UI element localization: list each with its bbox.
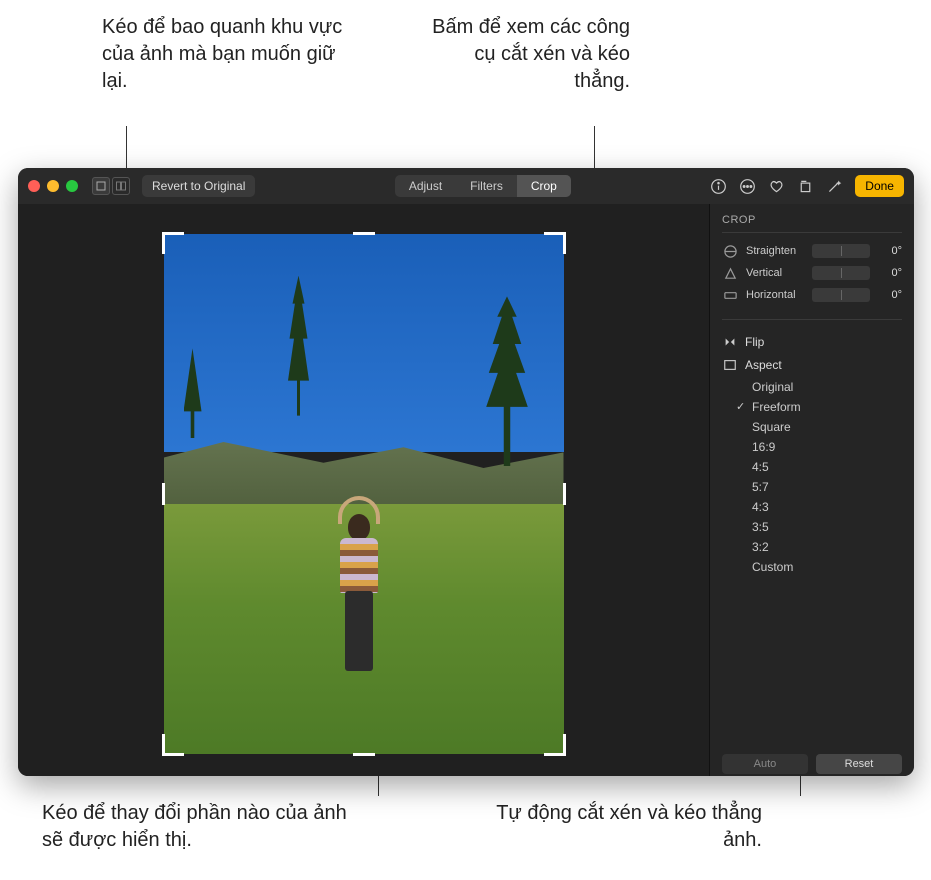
fullscreen-icon[interactable] (66, 180, 78, 192)
aspect-option-16-9[interactable]: 16:9 (752, 440, 902, 454)
photo-preview[interactable] (164, 234, 564, 754)
viewmode-toggle[interactable] (92, 177, 130, 195)
reset-button[interactable]: Reset (816, 754, 902, 774)
aspect-option-square[interactable]: Square (752, 420, 902, 434)
aspect-label: Aspect (745, 358, 782, 372)
horizontal-slider[interactable] (812, 288, 870, 302)
horizontal-label: Horizontal (746, 289, 804, 301)
straighten-icon (722, 243, 738, 259)
callout-crop-tools: Bấm để xem các công cụ cắt xén và kéo th… (430, 14, 630, 95)
slider-horizontal[interactable]: Horizontal 0° (722, 287, 902, 303)
tab-crop[interactable]: Crop (517, 175, 571, 197)
slider-vertical[interactable]: Vertical 0° (722, 265, 902, 281)
aspect-option-5-7[interactable]: 5:7 (752, 480, 902, 494)
callout-drag-edges: Kéo để thay đổi phần nào của ảnh sẽ được… (42, 800, 362, 854)
crop-frame[interactable] (164, 234, 564, 754)
straighten-label: Straighten (746, 245, 804, 257)
done-button[interactable]: Done (855, 175, 904, 197)
vertical-icon (722, 265, 738, 281)
crop-sidebar: CROP Straighten 0° Vertical 0° (709, 204, 914, 776)
rotate-icon[interactable] (797, 178, 814, 195)
vertical-value: 0° (878, 267, 902, 279)
tab-adjust[interactable]: Adjust (395, 175, 456, 197)
toolbar-right-icons: Done (710, 175, 904, 197)
window-controls (28, 180, 78, 192)
flip-button[interactable]: Flip (722, 330, 902, 353)
aspect-list: Original Freeform Square 16:9 4:5 5:7 4:3 3:5 3:… (722, 380, 902, 574)
aspect-option-freeform[interactable]: Freeform (752, 400, 902, 414)
photos-edit-window: Revert to Original Adjust Filters Crop D… (18, 168, 914, 776)
aspect-option-3-2[interactable]: 3:2 (752, 540, 902, 554)
aspect-option-custom[interactable]: Custom (752, 560, 902, 574)
close-icon[interactable] (28, 180, 40, 192)
horizontal-value: 0° (878, 289, 902, 301)
callout-drag-corners: Kéo để bao quanh khu vực của ảnh mà bạn … (102, 14, 362, 95)
straighten-value: 0° (878, 245, 902, 257)
enhance-icon[interactable] (826, 178, 843, 195)
photo-canvas[interactable] (18, 204, 709, 776)
favorite-icon[interactable] (768, 178, 785, 195)
straighten-slider[interactable] (812, 244, 870, 258)
panel-title: CROP (722, 214, 902, 233)
tab-filters[interactable]: Filters (456, 175, 517, 197)
slider-straighten[interactable]: Straighten 0° (722, 243, 902, 259)
flip-label: Flip (745, 335, 764, 349)
info-icon[interactable] (710, 178, 727, 195)
aspect-option-4-5[interactable]: 4:5 (752, 460, 902, 474)
minimize-icon[interactable] (47, 180, 59, 192)
more-icon[interactable] (739, 178, 756, 195)
aspect-option-3-5[interactable]: 3:5 (752, 520, 902, 534)
callout-auto-crop: Tự động cắt xén và kéo thẳng ảnh. (492, 800, 762, 854)
vertical-slider[interactable] (812, 266, 870, 280)
horizontal-icon (722, 287, 738, 303)
aspect-option-original[interactable]: Original (752, 380, 902, 394)
aspect-option-4-3[interactable]: 4:3 (752, 500, 902, 514)
vertical-label: Vertical (746, 267, 804, 279)
titlebar: Revert to Original Adjust Filters Crop D… (18, 168, 914, 204)
aspect-section: Aspect (722, 353, 902, 376)
edit-mode-tabs: Adjust Filters Crop (395, 175, 571, 197)
single-view-icon[interactable] (92, 177, 110, 195)
revert-button[interactable]: Revert to Original (142, 175, 255, 197)
aspect-icon (722, 357, 737, 372)
auto-button[interactable]: Auto (722, 754, 808, 774)
flip-icon (722, 334, 737, 349)
split-view-icon[interactable] (112, 177, 130, 195)
